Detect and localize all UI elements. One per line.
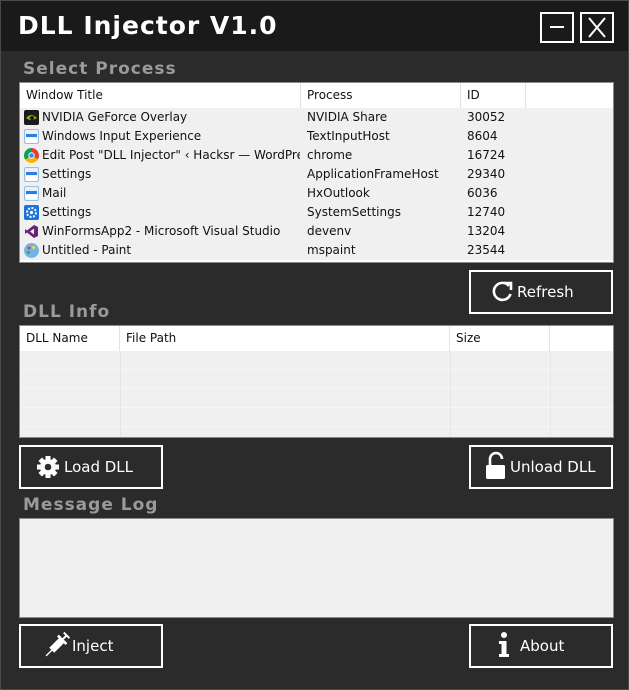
- process-name: mspaint: [307, 243, 356, 257]
- unload-dll-button-label: Unload DLL: [510, 458, 596, 476]
- dll-empty-row: [20, 408, 613, 427]
- process-id: 6036: [467, 186, 498, 200]
- process-row[interactable]: Windows Input Experience TextInputHost 8…: [20, 127, 613, 146]
- message-log[interactable]: [19, 518, 614, 618]
- process-row[interactable]: NVIDIA GeForce Overlay NVIDIA Share 3005…: [20, 108, 613, 127]
- nvidia-icon: [24, 110, 39, 125]
- process-window-title: Mail: [42, 186, 67, 200]
- column-divider: [120, 351, 121, 437]
- column-header-process[interactable]: Process: [301, 83, 461, 108]
- window-app-icon: [24, 167, 39, 182]
- process-row[interactable]: WinFormsApp2 - Microsoft Visual Studio d…: [20, 222, 613, 241]
- process-window-title: Edit Post "DLL Injector" ‹ Hacksr — Word…: [42, 148, 300, 162]
- process-row[interactable]: Mail HxOutlook 6036: [20, 184, 613, 203]
- dll-list[interactable]: DLL Name File Path Size: [19, 325, 614, 438]
- column-divider: [550, 351, 551, 437]
- process-id: 29340: [467, 167, 506, 181]
- close-icon: [588, 17, 606, 38]
- process-row[interactable]: Settings SystemSettings 12740: [20, 203, 613, 222]
- chrome-icon: [24, 148, 39, 163]
- window-app-icon: [24, 186, 39, 201]
- process-row[interactable]: Untitled - Paint mspaint 23544: [20, 241, 613, 260]
- refresh-icon: [492, 281, 513, 302]
- unlock-icon: [486, 451, 505, 479]
- column-header-id[interactable]: ID: [461, 83, 526, 108]
- process-id: 30052: [467, 110, 506, 124]
- process-id: 8604: [467, 129, 498, 143]
- message-log-label: Message Log: [23, 495, 159, 515]
- column-header-size[interactable]: Size: [450, 326, 550, 351]
- refresh-button[interactable]: Refresh: [469, 270, 613, 314]
- app-window: DLL Injector V1.0 Select Process Window …: [0, 0, 629, 690]
- refresh-button-label: Refresh: [517, 283, 574, 301]
- process-id: 23544: [467, 243, 506, 257]
- process-name: devenv: [307, 224, 352, 238]
- window-app-icon: [24, 129, 39, 144]
- app-title: DLL Injector V1.0: [18, 11, 278, 40]
- about-button-label: About: [520, 637, 565, 655]
- settings-gear-icon: [24, 205, 39, 220]
- inject-button-label: Inject: [72, 637, 114, 655]
- process-window-title: Untitled - Paint: [42, 243, 132, 257]
- process-list[interactable]: Window Title Process ID NVIDIA GeForce O…: [19, 82, 614, 263]
- inject-button[interactable]: Inject: [19, 624, 163, 668]
- process-name: SystemSettings: [307, 205, 401, 219]
- process-id: 16724: [467, 148, 506, 162]
- process-row[interactable]: Settings ApplicationFrameHost 29340: [20, 165, 613, 184]
- column-header-window-title[interactable]: Window Title: [20, 83, 301, 108]
- process-window-title: Settings: [42, 205, 92, 219]
- column-header-file-path[interactable]: File Path: [120, 326, 450, 351]
- process-window-title: NVIDIA GeForce Overlay: [42, 110, 188, 124]
- unload-dll-button[interactable]: Unload DLL: [469, 445, 613, 489]
- process-list-header: Window Title Process ID: [20, 83, 613, 108]
- process-window-title: WinFormsApp2 - Microsoft Visual Studio: [42, 224, 281, 238]
- process-name: NVIDIA Share: [307, 110, 388, 124]
- syringe-icon: [45, 631, 71, 657]
- process-name: ApplicationFrameHost: [307, 167, 439, 181]
- about-button[interactable]: About: [469, 624, 613, 668]
- process-window-title: Settings: [42, 167, 92, 181]
- process-id: 12740: [467, 205, 506, 219]
- dll-list-header: DLL Name File Path Size: [20, 326, 613, 351]
- load-dll-button[interactable]: Load DLL: [19, 445, 163, 489]
- title-bar[interactable]: DLL Injector V1.0: [1, 1, 628, 51]
- process-name: TextInputHost: [307, 129, 390, 143]
- minimize-button[interactable]: [540, 12, 574, 43]
- column-divider: [450, 351, 451, 437]
- paint-icon: [24, 243, 39, 258]
- minimize-icon: [550, 26, 564, 28]
- dll-info-label: DLL Info: [23, 302, 111, 322]
- dll-empty-row: [20, 389, 613, 408]
- process-name: HxOutlook: [307, 186, 370, 200]
- process-id: 13204: [467, 224, 506, 238]
- process-window-title: Windows Input Experience: [42, 129, 202, 143]
- close-button[interactable]: [580, 12, 614, 43]
- process-name: chrome: [307, 148, 353, 162]
- dll-empty-row: [20, 427, 613, 437]
- info-icon: [499, 632, 509, 657]
- column-header-dll-name[interactable]: DLL Name: [20, 326, 120, 351]
- visual-studio-icon: [24, 224, 39, 239]
- dll-empty-row: [20, 351, 613, 370]
- dll-empty-row: [20, 370, 613, 389]
- gear-icon: [37, 456, 59, 478]
- select-process-label: Select Process: [23, 59, 177, 79]
- load-dll-button-label: Load DLL: [64, 458, 134, 476]
- process-row[interactable]: Edit Post "DLL Injector" ‹ Hacksr — Word…: [20, 146, 613, 165]
